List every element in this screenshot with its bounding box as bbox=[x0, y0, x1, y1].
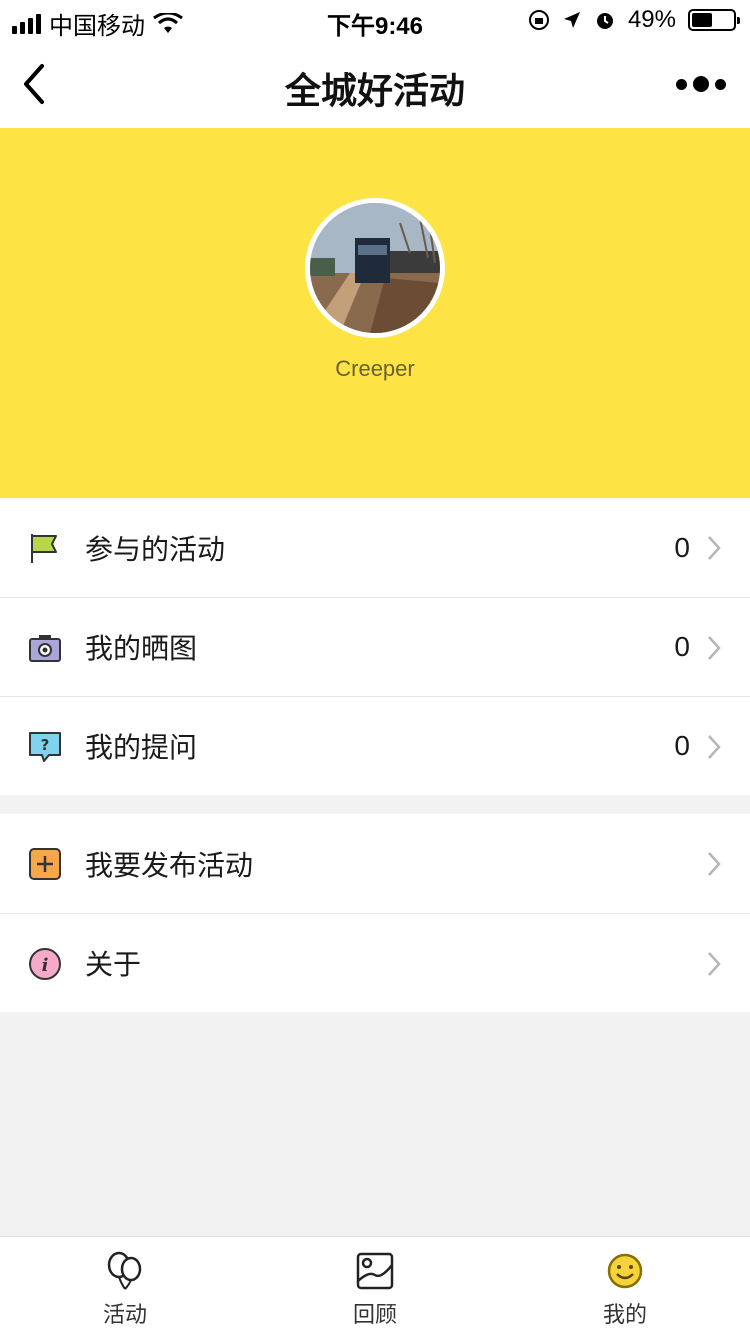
svg-text:i: i bbox=[42, 955, 49, 976]
menu-item-label: 我的提问 bbox=[85, 732, 198, 763]
chevron-right-icon bbox=[708, 852, 721, 876]
menu-item-count: 0 bbox=[674, 531, 690, 563]
flag-icon bbox=[31, 534, 57, 563]
chevron-right-icon bbox=[708, 735, 721, 759]
rotation-lock-icon bbox=[528, 10, 549, 30]
svg-text:?: ? bbox=[41, 736, 50, 754]
status-bar: 中国移动 下午9:46 49% bbox=[0, 0, 750, 40]
tab-label: 活动 bbox=[102, 1302, 147, 1327]
more-dots-icon bbox=[676, 78, 687, 90]
tab-review[interactable]: 回顾 bbox=[250, 1237, 500, 1334]
balloons-icon bbox=[107, 1251, 142, 1290]
chevron-right-icon bbox=[708, 636, 721, 660]
menu-item-joined-activities[interactable]: 参与的活动 0 bbox=[0, 498, 750, 597]
question-bubble-icon: ? bbox=[29, 732, 61, 762]
add-square-icon bbox=[29, 848, 61, 880]
navigation-bar: 全城好活动 bbox=[0, 40, 750, 128]
username: Creeper bbox=[335, 356, 415, 381]
menu-item-label: 我要发布活动 bbox=[85, 849, 254, 881]
page-title: 全城好活动 bbox=[284, 70, 465, 111]
location-icon bbox=[563, 12, 580, 28]
chevron-right-icon bbox=[708, 536, 721, 560]
menu-item-label: 关于 bbox=[85, 949, 142, 980]
info-icon: i bbox=[29, 948, 61, 980]
chevron-right-icon bbox=[708, 952, 721, 976]
menu-item-label: 参与的活动 bbox=[85, 533, 226, 565]
tab-label: 回顾 bbox=[352, 1302, 397, 1327]
gallery-icon bbox=[356, 1252, 394, 1290]
more-button[interactable] bbox=[676, 70, 726, 98]
battery-icon bbox=[688, 9, 740, 31]
tab-mine[interactable]: 我的 bbox=[500, 1237, 750, 1334]
menu-item-count: 0 bbox=[674, 730, 690, 761]
settings-menu: 我要发布活动 i 关于 bbox=[0, 814, 750, 1012]
battery-percent: 49% bbox=[627, 6, 676, 33]
menu-item-count: 0 bbox=[674, 631, 690, 662]
menu-item-my-photos[interactable]: 我的晒图 0 bbox=[0, 597, 750, 696]
menu-item-my-questions[interactable]: ? 我的提问 0 bbox=[0, 696, 750, 795]
status-right: 49% bbox=[528, 6, 740, 34]
profile-header: Creeper bbox=[0, 128, 750, 498]
avatar[interactable] bbox=[305, 198, 445, 338]
smile-icon bbox=[607, 1253, 643, 1289]
avatar-image bbox=[310, 203, 440, 333]
menu-item-about[interactable]: i 关于 bbox=[0, 913, 750, 1012]
menu-item-publish-activity[interactable]: 我要发布活动 bbox=[0, 814, 750, 913]
tab-activities[interactable]: 活动 bbox=[0, 1237, 250, 1334]
camera-icon bbox=[29, 635, 61, 662]
activity-menu: 参与的活动 0 我的晒图 0 ? 我的提问 0 bbox=[0, 498, 750, 795]
tab-label: 我的 bbox=[602, 1302, 647, 1327]
menu-item-label: 我的晒图 bbox=[85, 633, 198, 664]
tab-bar: 活动 回顾 我的 bbox=[0, 1236, 750, 1334]
alarm-icon bbox=[596, 13, 613, 29]
